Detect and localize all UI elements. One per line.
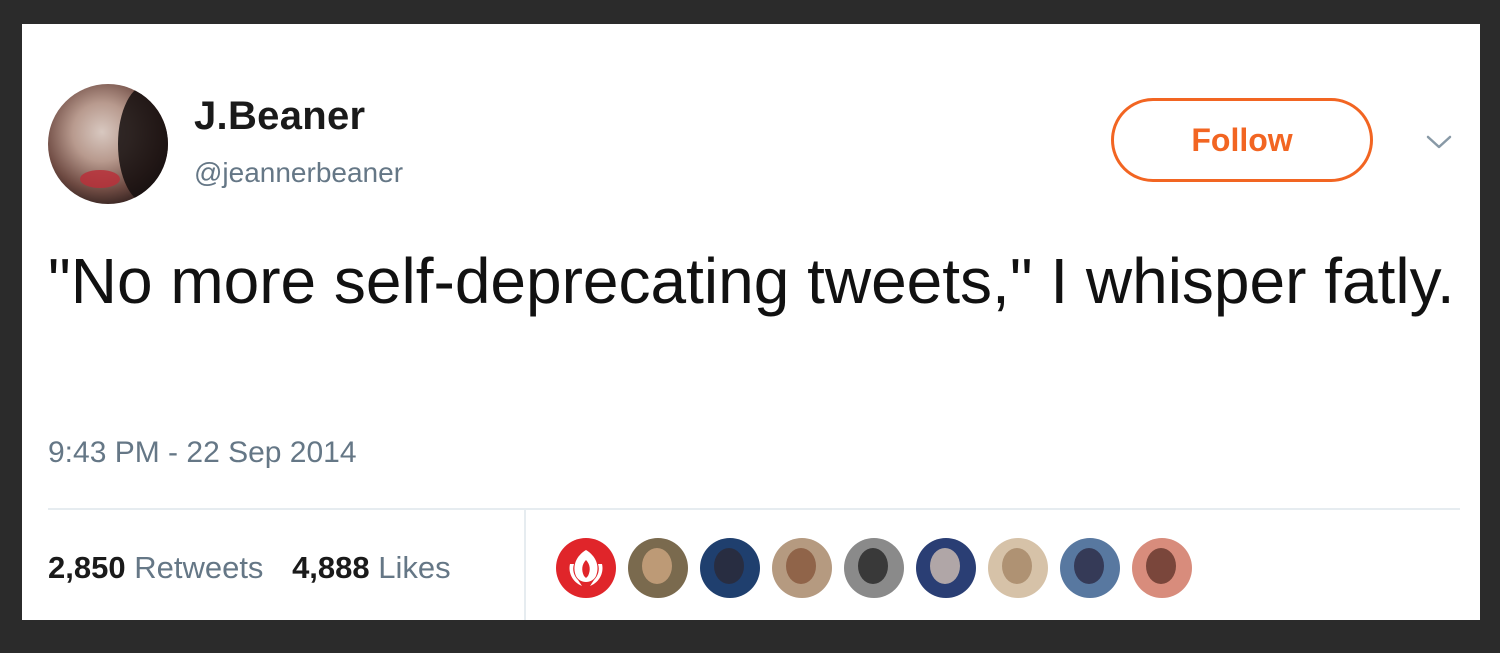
liker-avatar[interactable] — [916, 538, 976, 598]
liker-face — [1074, 548, 1104, 584]
liker-face — [858, 548, 888, 584]
avatar-shadow — [118, 84, 168, 204]
retweets-count: 2,850 — [48, 550, 126, 585]
chevron-down-icon[interactable] — [1424, 132, 1454, 152]
rebel-alliance-icon[interactable] — [556, 538, 616, 598]
liker-avatar[interactable] — [628, 538, 688, 598]
stats-divider — [48, 508, 1460, 510]
liker-face — [714, 548, 744, 584]
rebel-alliance-symbol — [569, 550, 603, 586]
avatar-lips — [80, 170, 120, 188]
author-name[interactable]: J.Beaner — [194, 94, 365, 139]
liker-avatars — [556, 538, 1204, 600]
retweets-label: Retweets — [134, 550, 264, 585]
follow-button[interactable]: Follow — [1111, 98, 1373, 182]
likes-stat[interactable]: 4,888 Likes — [292, 550, 451, 586]
tweet-timestamp[interactable]: 9:43 PM - 22 Sep 2014 — [48, 436, 357, 470]
tweet-text: "No more self-deprecating tweets," I whi… — [48, 245, 1455, 317]
liker-face — [786, 548, 816, 584]
liker-avatar[interactable] — [1132, 538, 1192, 598]
liker-avatar[interactable] — [772, 538, 832, 598]
retweets-stat[interactable]: 2,850 Retweets — [48, 550, 263, 586]
likes-count: 4,888 — [292, 550, 370, 585]
stats-vertical-divider — [524, 510, 526, 620]
liker-avatar[interactable] — [988, 538, 1048, 598]
tweet-card: J.Beaner @jeannerbeaner Follow "No more … — [22, 24, 1480, 620]
tweet-stats: 2,850 Retweets 4,888 Likes — [48, 550, 471, 586]
liker-face — [930, 548, 960, 584]
author-handle[interactable]: @jeannerbeaner — [194, 157, 403, 189]
likes-label: Likes — [378, 550, 451, 585]
liker-face — [642, 548, 672, 584]
liker-avatar[interactable] — [700, 538, 760, 598]
author-avatar[interactable] — [48, 84, 168, 204]
liker-avatar[interactable] — [844, 538, 904, 598]
liker-face — [1002, 548, 1032, 584]
liker-face — [1146, 548, 1176, 584]
liker-avatar[interactable] — [1060, 538, 1120, 598]
